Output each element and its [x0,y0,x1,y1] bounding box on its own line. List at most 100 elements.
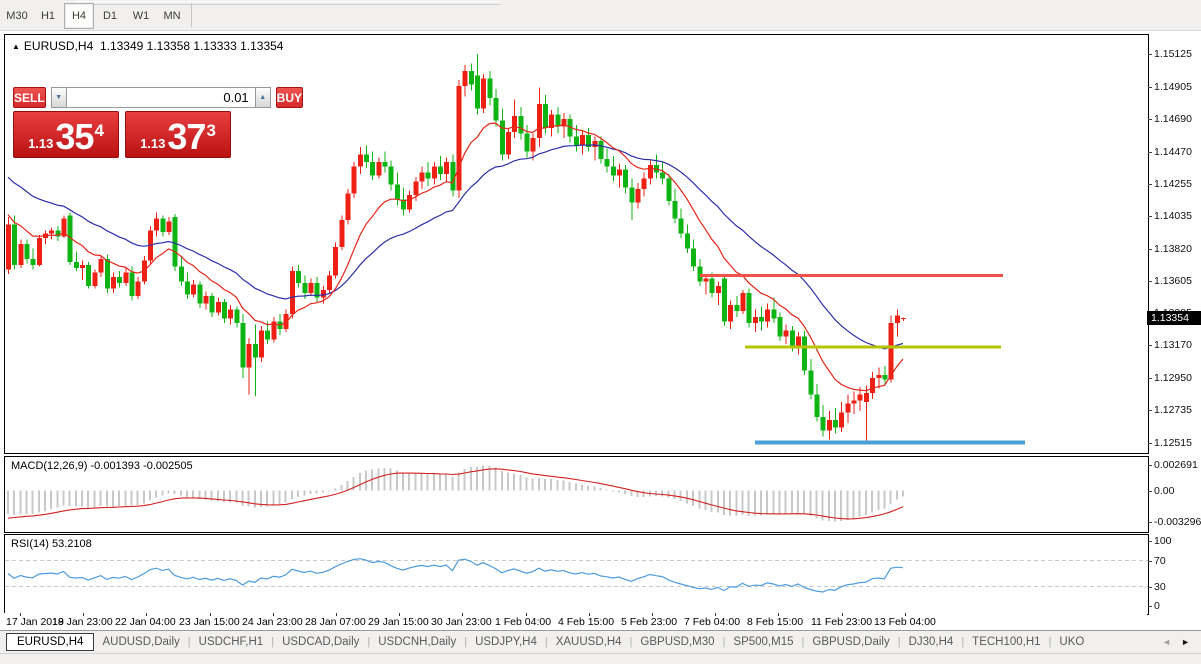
volume-stepper: ▼ ▲ [51,87,271,108]
price-chart-panel[interactable]: ▲ EURUSD,H4 1.13349 1.13358 1.13333 1.133… [4,34,1149,454]
tab-usdchf-h1[interactable]: USDCHF,H1 [191,634,272,650]
tab-usdjpy-h4[interactable]: USDJPY,H4 [467,634,545,650]
timeframe-buttons: M30H1H4D1W1MN [2,3,195,29]
price-tick-label: 1.13170 [1154,339,1192,351]
macd-label: MACD(12,26,9) -0.001393 -0.002505 [11,460,193,472]
ohlc-quote-values: 1.13349 1.13358 1.13333 1.13354 [100,39,284,53]
tab-usdcnh-daily[interactable]: USDCNH,Daily [370,634,464,650]
time-tick-label: 29 Jan 15:00 [368,616,429,628]
rsi-tick-label-tick [1148,587,1152,588]
price-tick-label: 1.14255 [1154,178,1192,190]
price-tick-label-tick [1148,249,1152,250]
tab-usdcad-daily[interactable]: USDCAD,Daily [274,634,367,650]
rsi-tick-label: 100 [1154,535,1172,547]
time-tick-label: 7 Feb 04:00 [684,616,740,628]
price-tick-label-tick [1148,410,1152,411]
price-tick-label: 1.14470 [1154,146,1192,158]
rsi-panel[interactable]: RSI(14) 53.2108 [4,534,1149,615]
tab-eurusd-h4[interactable]: EURUSD,H4 [6,633,94,651]
price-tick-label-tick [1148,443,1152,444]
timeframe-button-m30[interactable]: M30 [2,3,32,29]
tab-sp500-m15[interactable]: SP500,M15 [725,634,801,650]
timeframe-button-h4[interactable]: H4 [64,3,94,29]
rsi-tick-label-tick [1148,561,1152,562]
price-tick-label: 1.14035 [1154,210,1192,222]
tab-tech100-h1[interactable]: TECH100,H1 [964,634,1048,650]
price-tick-label: 1.14905 [1154,81,1192,93]
price-tick-label: 1.13820 [1154,243,1192,255]
rsi-tick-label-tick [1148,606,1152,607]
tabs-scroll-left-icon[interactable]: ◄ [1157,637,1176,647]
time-axis[interactable]: 17 Jan 201918 Jan 23:0022 Jan 04:0023 Ja… [4,613,1147,630]
macd-values: -0.001393 -0.002505 [90,460,192,472]
bottom-strip [0,653,1201,664]
macd-tick-label-tick [1148,522,1152,523]
price-tick-label-tick [1148,152,1152,153]
price-scale[interactable]: 1.13354 1.151251.149051.146901.144701.14… [1148,0,1201,663]
time-tick-label: 23 Jan 15:00 [179,616,240,628]
price-tick-label: 1.15125 [1154,48,1192,60]
tab-audusd-daily[interactable]: AUDUSD,Daily [94,634,187,650]
volume-decrease-button[interactable]: ▼ [51,87,67,108]
rsi-tick-label-tick [1148,541,1152,542]
tabs-scroll-right-icon[interactable]: ► [1176,637,1195,647]
buy-button[interactable]: BUY [276,87,303,108]
timeframe-button-w1[interactable]: W1 [126,3,156,29]
rsi-value: 53.2108 [52,538,92,550]
price-tick-label: 1.12515 [1154,437,1192,449]
uptick-triangle-icon: ▲ [12,42,20,51]
tab-gbpusd-m30[interactable]: GBPUSD,M30 [632,634,722,650]
price-tick-label-tick [1148,54,1152,55]
buy-price-big: 37 [167,120,205,154]
tab-xauusd-h4[interactable]: XAUUSD,H4 [548,634,630,650]
tab-uko[interactable]: UKO [1051,634,1092,650]
symbol-timeframe-label: EURUSD,H4 [24,39,93,53]
price-tick-label: 1.14690 [1154,113,1192,125]
toolbar-separator [191,3,192,27]
time-tick-label: 18 Jan 23:00 [52,616,113,628]
time-tick-label: 1 Feb 04:00 [495,616,551,628]
time-tick-label: 8 Feb 15:00 [747,616,803,628]
price-tick-label: 1.13605 [1154,275,1192,287]
price-tick-label-tick [1148,87,1152,88]
sell-price-prefix: 1.13 [28,134,53,154]
time-tick-label: 4 Feb 15:00 [558,616,614,628]
timeframe-button-h1[interactable]: H1 [33,3,63,29]
macd-tick-label-tick [1148,491,1152,492]
tab-scroll-buttons: ◄► [1157,637,1201,647]
time-tick-label: 22 Jan 04:00 [115,616,176,628]
chart-quote-line: ▲ EURUSD,H4 1.13349 1.13358 1.13333 1.133… [12,39,283,53]
sell-price-box[interactable]: 1.13 35 4 [13,111,119,158]
time-tick-label: 24 Jan 23:00 [242,616,303,628]
buy-price-box[interactable]: 1.13 37 3 [125,111,231,158]
time-tick-label: 30 Jan 23:00 [431,616,492,628]
price-tick-label: 1.12950 [1154,372,1192,384]
tab-gbpusd-daily[interactable]: GBPUSD,Daily [804,634,897,650]
time-tick-label: 5 Feb 23:00 [621,616,677,628]
rsi-label: RSI(14) 53.2108 [11,538,92,550]
sell-price-big: 35 [55,120,93,154]
sell-button[interactable]: SELL [13,87,46,108]
buy-price-prefix: 1.13 [140,134,165,154]
volume-increase-button[interactable]: ▲ [255,87,271,108]
macd-panel[interactable]: MACD(12,26,9) -0.001393 -0.002505 [4,456,1149,533]
volume-input[interactable] [67,87,255,108]
rsi-tick-label: 0 [1154,600,1160,612]
tab-dj30-h4[interactable]: DJ30,H4 [901,634,962,650]
time-tick-label: 28 Jan 07:00 [305,616,366,628]
buy-price-sup: 3 [206,123,215,138]
price-tick-label-tick [1148,216,1152,217]
price-tick-label: 1.12735 [1154,404,1192,416]
rsi-plot [5,535,1148,612]
price-tick-label-tick [1148,345,1152,346]
price-tick-label-tick [1148,119,1152,120]
macd-tick-label-tick [1148,465,1152,466]
one-click-trading-panel: SELL ▼ ▲ BUY 1.13 35 4 1.13 37 3 [13,87,231,158]
timeframe-button-d1[interactable]: D1 [95,3,125,29]
rsi-tick-label: 30 [1154,581,1166,593]
macd-tick-label: -0.003296 [1154,516,1201,528]
price-tick-label-tick [1148,378,1152,379]
timeframe-button-mn[interactable]: MN [157,3,187,29]
timeframe-toolbar: M30H1H4D1W1MN [0,0,1201,31]
macd-tick-label: 0.00 [1154,485,1174,497]
